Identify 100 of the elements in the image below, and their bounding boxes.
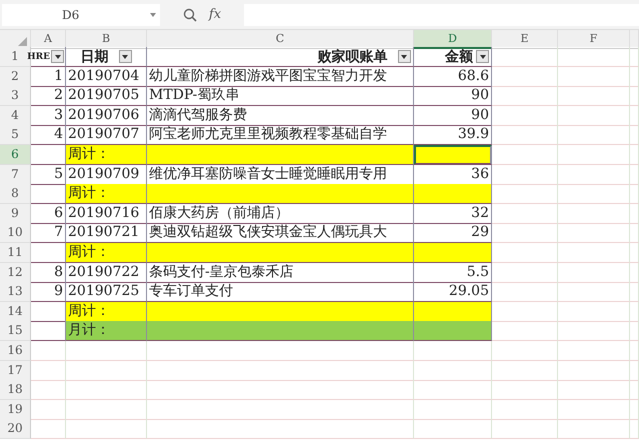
filter-button[interactable] bbox=[398, 50, 410, 63]
row-header[interactable]: 6 bbox=[0, 144, 31, 165]
table-cell[interactable] bbox=[414, 242, 492, 263]
empty-cell bbox=[492, 86, 558, 106]
empty-cell bbox=[558, 66, 630, 87]
empty-cell bbox=[558, 262, 630, 283]
empty-cell bbox=[630, 106, 639, 126]
table-cell[interactable] bbox=[414, 302, 492, 322]
row-header[interactable]: 4 bbox=[0, 106, 31, 126]
table-cell: 7 bbox=[31, 223, 66, 244]
empty-cell bbox=[630, 86, 639, 106]
column-header[interactable]: D bbox=[414, 30, 492, 49]
empty-cell bbox=[558, 380, 630, 400]
empty-cell bbox=[630, 321, 639, 342]
empty-cell bbox=[630, 47, 639, 67]
row-header[interactable]: 12 bbox=[0, 262, 31, 283]
empty-cell bbox=[492, 125, 558, 146]
filter-button[interactable] bbox=[476, 50, 489, 63]
column-title: 金额 bbox=[445, 48, 473, 66]
empty-cell bbox=[630, 302, 639, 322]
table-cell: 20190706 bbox=[66, 106, 147, 126]
zoom-icon[interactable] bbox=[182, 8, 197, 22]
empty-cell bbox=[492, 419, 558, 440]
empty-cell bbox=[558, 400, 630, 420]
row-header[interactable]: 11 bbox=[0, 242, 31, 263]
row-header[interactable]: 2 bbox=[0, 66, 31, 87]
empty-cell bbox=[558, 419, 630, 440]
row-header[interactable]: 7 bbox=[0, 164, 31, 185]
column-header[interactable]: A bbox=[31, 30, 66, 49]
column-title: 败家呗账单 bbox=[318, 48, 388, 66]
caret-icon bbox=[150, 12, 156, 16]
column-header[interactable]: F bbox=[558, 30, 630, 49]
row-header[interactable]: 15 bbox=[0, 321, 31, 342]
empty-cell bbox=[630, 419, 639, 440]
empty-cell bbox=[558, 125, 630, 146]
table-cell: 20190704 bbox=[66, 66, 147, 87]
row-header[interactable]: 5 bbox=[0, 125, 31, 146]
table-cell: 20190705 bbox=[66, 86, 147, 106]
caret-icon bbox=[122, 54, 128, 58]
table-cell: 幼儿童阶梯拼图游戏平图宝宝智力开发 bbox=[147, 66, 414, 87]
row-header[interactable]: 9 bbox=[0, 204, 31, 224]
row-header[interactable]: 10 bbox=[0, 223, 31, 244]
table-cell: 5.5 bbox=[414, 262, 492, 283]
column-header[interactable]: C bbox=[147, 30, 414, 49]
empty-cell bbox=[492, 380, 558, 400]
filter-button[interactable] bbox=[51, 50, 64, 63]
empty-cell bbox=[630, 66, 639, 87]
table-cell: 周计： bbox=[66, 144, 147, 165]
empty-cell bbox=[630, 380, 639, 400]
row-header[interactable]: 19 bbox=[0, 400, 31, 420]
table-cell: 2 bbox=[31, 86, 66, 106]
table-cell: 8 bbox=[31, 262, 66, 283]
function-button[interactable]: fx bbox=[208, 7, 222, 22]
row-header[interactable]: 18 bbox=[0, 380, 31, 400]
empty-cell bbox=[492, 204, 558, 224]
empty-cell bbox=[492, 360, 558, 380]
row-header[interactable]: 17 bbox=[0, 360, 31, 380]
table-cell[interactable] bbox=[414, 321, 492, 342]
empty-cell bbox=[630, 360, 639, 380]
row-header[interactable]: 16 bbox=[0, 340, 31, 361]
table-cell: 68.6 bbox=[414, 66, 492, 87]
empty-cell bbox=[558, 144, 630, 165]
table-cell[interactable] bbox=[414, 184, 492, 204]
empty-cell bbox=[558, 223, 630, 244]
name-box[interactable]: D6 bbox=[2, 4, 160, 26]
table-cell: MTDP-蜀玖串 bbox=[147, 86, 414, 106]
empty-cell bbox=[492, 164, 558, 185]
table-cell: 20190722 bbox=[66, 262, 147, 283]
table-cell: 6 bbox=[31, 204, 66, 224]
empty-cell bbox=[558, 360, 630, 380]
empty-cell bbox=[630, 184, 639, 204]
caret-icon bbox=[401, 54, 407, 58]
column-title: 日期 bbox=[80, 48, 108, 66]
empty-cell bbox=[492, 282, 558, 302]
empty-cell bbox=[630, 340, 639, 361]
empty-cell bbox=[630, 125, 639, 146]
empty-cell bbox=[558, 106, 630, 126]
caret-icon bbox=[480, 54, 486, 58]
row-header[interactable]: 8 bbox=[0, 184, 31, 204]
table-cell: 90 bbox=[414, 106, 492, 126]
triangle-icon bbox=[18, 37, 27, 46]
empty-cell bbox=[492, 223, 558, 244]
table-cell: 5 bbox=[31, 164, 66, 185]
column-header[interactable]: B bbox=[66, 30, 147, 49]
empty-cell bbox=[558, 204, 630, 224]
empty-cell bbox=[558, 340, 630, 361]
row-header[interactable]: 3 bbox=[0, 86, 31, 106]
row-header[interactable]: 20 bbox=[0, 419, 31, 440]
table-cell: 9 bbox=[31, 282, 66, 302]
empty-cell bbox=[630, 204, 639, 224]
empty-cell bbox=[558, 86, 630, 106]
empty-cell bbox=[492, 340, 558, 361]
row-header[interactable]: 14 bbox=[0, 302, 31, 322]
filter-button[interactable] bbox=[118, 50, 132, 63]
caret-icon bbox=[54, 54, 60, 58]
row-header[interactable]: 13 bbox=[0, 282, 31, 302]
empty-cell bbox=[630, 242, 639, 263]
empty-cell bbox=[492, 106, 558, 126]
column-header[interactable]: E bbox=[492, 30, 558, 49]
table-cell[interactable] bbox=[414, 144, 492, 165]
